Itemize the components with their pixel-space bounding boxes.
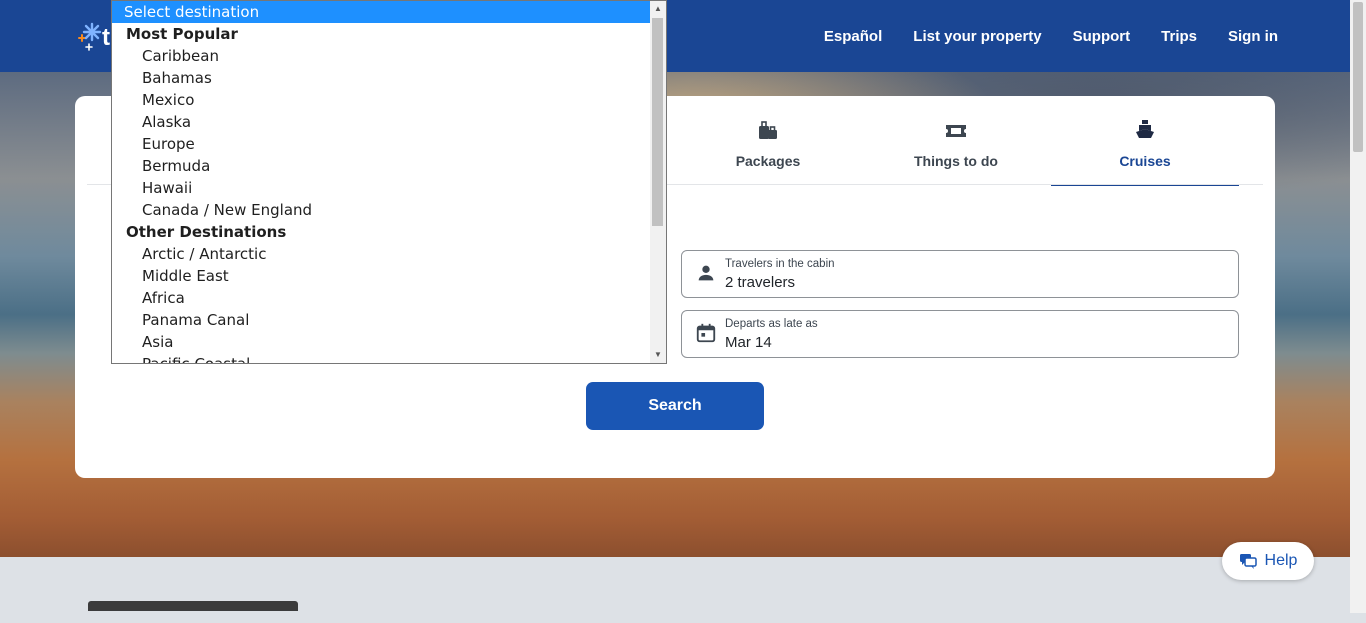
travelers-value: 2 travelers [725,274,796,291]
departs-value: Mar 14 [725,334,772,351]
tab-cruises[interactable]: Cruises [1051,118,1239,186]
search-button[interactable]: Search [586,382,764,430]
option-canada-new-england[interactable]: Canada / New England [112,199,652,221]
page-scrollbar-thumb[interactable] [1353,2,1363,152]
option-bahamas[interactable]: Bahamas [112,67,652,89]
option-europe[interactable]: Europe [112,133,652,155]
option-asia[interactable]: Asia [112,331,652,353]
option-mexico[interactable]: Mexico [112,89,652,111]
scroll-up-arrow-icon[interactable]: ▲ [650,1,666,17]
travelers-label: Travelers in the cabin [725,258,835,270]
option-pacific-coastal[interactable]: Pacific Coastal [112,353,652,363]
destination-dropdown-list[interactable]: Select destination Most Popular Caribbea… [111,0,667,364]
option-caribbean[interactable]: Caribbean [112,45,652,67]
option-select-destination[interactable]: Select destination [112,1,652,23]
departs-field[interactable]: Departs as late as Mar 14 [681,310,1239,358]
option-middle-east[interactable]: Middle East [112,265,652,287]
scroll-down-arrow-icon[interactable]: ▼ [650,347,666,363]
dropdown-scrollbar[interactable]: ▲ ▼ [650,1,666,363]
top-nav: Español List your property Support Trips… [824,0,1278,72]
nav-sign-in[interactable]: Sign in [1228,28,1278,45]
option-panama-canal[interactable]: Panama Canal [112,309,652,331]
nav-language[interactable]: Español [824,28,882,45]
calendar-icon [696,323,716,343]
travelers-field[interactable]: Travelers in the cabin 2 travelers [681,250,1239,298]
cruise-ship-icon [1136,120,1154,138]
option-arctic-antarctic[interactable]: Arctic / Antarctic [112,243,652,265]
person-icon [698,265,714,281]
tab-things-to-do[interactable]: Things to do [862,118,1050,184]
tab-label: Things to do [914,153,998,169]
tab-label: Packages [735,153,801,169]
ticket-icon [946,125,966,137]
optgroup-other-destinations: Other Destinations [126,223,287,241]
option-bermuda[interactable]: Bermuda [112,155,652,177]
help-label: Help [1264,552,1298,569]
option-africa[interactable]: Africa [112,287,652,309]
option-alaska[interactable]: Alaska [112,111,652,133]
packages-icon [759,121,777,139]
optgroup-most-popular: Most Popular [126,25,238,43]
option-hawaii[interactable]: Hawaii [112,177,652,199]
help-button[interactable]: Help [1222,542,1314,580]
tab-packages[interactable]: Packages [674,118,862,184]
section-heading-peek [88,601,298,623]
nav-support[interactable]: Support [1073,28,1131,45]
lower-section [0,557,1350,613]
departs-label: Departs as late as [725,318,818,330]
page-scrollbar[interactable] [1350,0,1366,613]
chat-bubbles-icon [1239,554,1257,569]
tab-label: Cruises [1119,153,1171,169]
nav-trips[interactable]: Trips [1161,28,1197,45]
logo-letter: t [102,24,110,51]
dropdown-scrollbar-thumb[interactable] [652,18,663,226]
nav-list-property[interactable]: List your property [913,28,1041,45]
